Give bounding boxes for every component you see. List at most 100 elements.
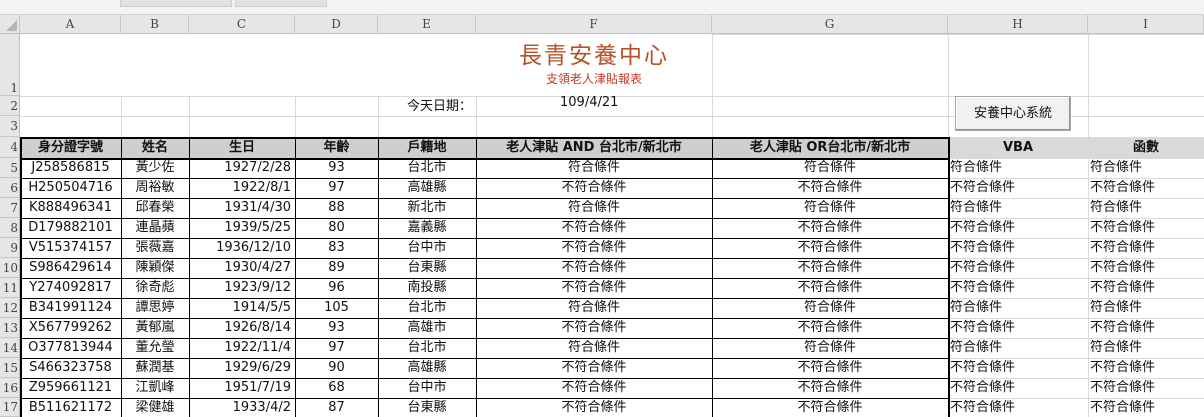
table-cell[interactable]: 符合條件 xyxy=(948,198,1088,218)
table-cell[interactable]: 蘇潤基 xyxy=(121,358,189,378)
table-cell[interactable]: 不符合條件 xyxy=(1088,178,1204,198)
row-header-15[interactable]: 15 xyxy=(0,358,20,378)
column-header-d[interactable]: D xyxy=(295,15,378,34)
table-cell[interactable]: B341991124 xyxy=(20,298,121,318)
table-cell[interactable]: 93 xyxy=(295,318,378,338)
table-cell[interactable]: 符合條件 xyxy=(948,298,1088,318)
table-cell[interactable]: 不符合條件 xyxy=(476,278,712,298)
table-cell[interactable]: 台中市 xyxy=(378,378,476,398)
table-cell[interactable]: 96 xyxy=(295,278,378,298)
table-cell[interactable]: 1931/4/30 xyxy=(189,198,295,218)
table-cell[interactable]: 不符合條件 xyxy=(712,278,948,298)
table-cell[interactable]: 90 xyxy=(295,358,378,378)
table-cell[interactable]: 不符合條件 xyxy=(948,378,1088,398)
today-value[interactable]: 109/4/21 xyxy=(560,95,618,110)
table-cell[interactable]: 1922/8/1 xyxy=(189,178,295,198)
table-cell[interactable]: 89 xyxy=(295,258,378,278)
table-cell[interactable]: 黃郁嵐 xyxy=(121,318,189,338)
select-all-corner[interactable] xyxy=(0,15,20,34)
table-cell[interactable]: 邱春榮 xyxy=(121,198,189,218)
table-cell[interactable]: 1923/9/12 xyxy=(189,278,295,298)
table-cell[interactable]: 不符合條件 xyxy=(712,218,948,238)
table-cell[interactable]: 高雄市 xyxy=(378,318,476,338)
table-cell[interactable]: J258586815 xyxy=(20,158,121,178)
table-cell[interactable]: K888496341 xyxy=(20,198,121,218)
column-header-e[interactable]: E xyxy=(378,15,476,34)
table-cell[interactable]: 台北市 xyxy=(378,338,476,358)
table-cell[interactable]: 不符合條件 xyxy=(476,258,712,278)
table-cell[interactable]: 符合條件 xyxy=(476,158,712,178)
table-cell[interactable]: 1926/8/14 xyxy=(189,318,295,338)
table-cell[interactable]: 周裕敏 xyxy=(121,178,189,198)
table-cell[interactable]: 台東縣 xyxy=(378,398,476,417)
row-header-16[interactable]: 16 xyxy=(0,378,20,398)
table-cell[interactable]: 符合條件 xyxy=(712,198,948,218)
table-cell[interactable]: 不符合條件 xyxy=(1088,398,1204,417)
table-cell[interactable]: 83 xyxy=(295,238,378,258)
row-header-17[interactable]: 17 xyxy=(0,398,20,417)
column-header-g[interactable]: G xyxy=(712,15,948,34)
table-cell[interactable]: 台北市 xyxy=(378,298,476,318)
column-header-h[interactable]: H xyxy=(948,15,1088,34)
table-cell[interactable]: 不符合條件 xyxy=(1088,318,1204,338)
table-cell[interactable]: 黃少佐 xyxy=(121,158,189,178)
column-header-f[interactable]: F xyxy=(476,15,712,34)
table-header-4[interactable]: 年齡 xyxy=(295,137,378,158)
table-cell[interactable]: 不符合條件 xyxy=(1088,358,1204,378)
table-header-8[interactable]: VBA xyxy=(948,137,1088,158)
table-cell[interactable]: 不符合條件 xyxy=(712,318,948,338)
table-cell[interactable]: 不符合條件 xyxy=(476,398,712,417)
table-cell[interactable]: 嘉義縣 xyxy=(378,218,476,238)
table-cell[interactable]: 梁健雄 xyxy=(121,398,189,417)
nursing-home-system-button[interactable]: 安養中心系統 xyxy=(955,96,1071,131)
table-cell[interactable]: 符合條件 xyxy=(712,338,948,358)
table-cell[interactable]: 不符合條件 xyxy=(712,378,948,398)
row-header-11[interactable]: 11 xyxy=(0,278,20,298)
table-cell[interactable]: O377813944 xyxy=(20,338,121,358)
row-header-8[interactable]: 8 xyxy=(0,218,20,238)
column-header-b[interactable]: B xyxy=(121,15,189,34)
table-cell[interactable]: 1927/2/28 xyxy=(189,158,295,178)
table-cell[interactable]: V515374157 xyxy=(20,238,121,258)
table-header-6[interactable]: 老人津貼 AND 台北市/新北市 xyxy=(476,137,712,158)
table-cell[interactable]: 陳穎傑 xyxy=(121,258,189,278)
table-cell[interactable]: X567799262 xyxy=(20,318,121,338)
table-cell[interactable]: 1930/4/27 xyxy=(189,258,295,278)
row-header-14[interactable]: 14 xyxy=(0,338,20,358)
table-cell[interactable]: 不符合條件 xyxy=(948,278,1088,298)
table-cell[interactable]: 符合條件 xyxy=(476,298,712,318)
table-cell[interactable]: 1936/12/10 xyxy=(189,238,295,258)
table-cell[interactable]: 符合條件 xyxy=(712,158,948,178)
table-header-5[interactable]: 戶籍地 xyxy=(378,137,476,158)
table-cell[interactable]: 不符合條件 xyxy=(476,178,712,198)
table-cell[interactable]: 新北市 xyxy=(378,198,476,218)
column-header-i[interactable]: I xyxy=(1088,15,1204,34)
table-cell[interactable]: 不符合條件 xyxy=(476,378,712,398)
table-cell[interactable]: 87 xyxy=(295,398,378,417)
table-cell[interactable]: 徐奇彪 xyxy=(121,278,189,298)
table-cell[interactable]: Z959661121 xyxy=(20,378,121,398)
table-cell[interactable]: 不符合條件 xyxy=(476,358,712,378)
table-cell[interactable]: S466323758 xyxy=(20,358,121,378)
table-cell[interactable]: 1929/6/29 xyxy=(189,358,295,378)
row-header-6[interactable]: 6 xyxy=(0,178,20,198)
table-cell[interactable]: 南投縣 xyxy=(378,278,476,298)
table-cell[interactable]: 高雄縣 xyxy=(378,358,476,378)
table-cell[interactable]: 不符合條件 xyxy=(948,358,1088,378)
table-cell[interactable]: 符合條件 xyxy=(712,298,948,318)
row-header-13[interactable]: 13 xyxy=(0,318,20,338)
row-header-2[interactable]: 2 xyxy=(0,96,20,116)
table-cell[interactable]: 符合條件 xyxy=(948,158,1088,178)
table-cell[interactable]: 68 xyxy=(295,378,378,398)
table-cell[interactable]: 台中市 xyxy=(378,238,476,258)
table-cell[interactable]: 不符合條件 xyxy=(1088,238,1204,258)
table-cell[interactable]: 105 xyxy=(295,298,378,318)
table-cell[interactable]: 江凱峰 xyxy=(121,378,189,398)
row-header-10[interactable]: 10 xyxy=(0,258,20,278)
row-header-5[interactable]: 5 xyxy=(0,158,20,178)
table-cell[interactable]: 1951/7/19 xyxy=(189,378,295,398)
table-cell[interactable]: 不符合條件 xyxy=(712,178,948,198)
column-header-a[interactable]: A xyxy=(20,15,121,34)
table-header-2[interactable]: 姓名 xyxy=(121,137,189,158)
table-cell[interactable]: 不符合條件 xyxy=(712,358,948,378)
